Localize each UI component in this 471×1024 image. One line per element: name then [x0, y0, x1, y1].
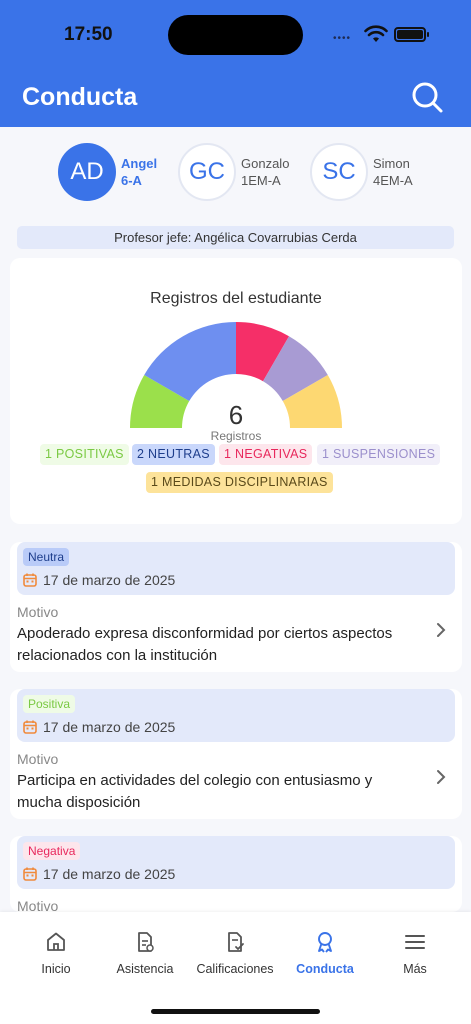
motivo-label: Motivo [17, 604, 59, 620]
motivo-label: Motivo [17, 751, 59, 767]
student-selector: AD Angel 6-A GC Gonzalo 1EM-A SC Simon 4… [0, 140, 471, 205]
dynamic-island [168, 15, 303, 55]
motivo-text: Apoderado expresa disconformidad por cie… [17, 625, 393, 664]
chevron-right-icon [437, 770, 446, 784]
wifi-icon [364, 25, 388, 42]
records-count: 6 [228, 400, 244, 430]
app-header: 17:50 •••• Conducta [0, 0, 471, 127]
student-simon[interactable]: SC Simon 4EM-A [310, 142, 413, 202]
record-card[interactable]: Negativa 17 de marzo de 2025 Motivo [10, 836, 462, 912]
summary-card: Registros del estudiante 6 Registros 1 P… [10, 258, 462, 524]
calendar-icon [23, 573, 37, 587]
tab-inicio[interactable]: Inicio [11, 930, 101, 976]
student-angel[interactable]: AD Angel 6-A [58, 142, 157, 202]
record-type-badge: Neutra [23, 548, 70, 566]
chip-positivas: 1 POSITIVAS [40, 444, 129, 465]
signal-icon: •••• [333, 33, 352, 44]
tab-asistencia[interactable]: Asistencia [100, 930, 190, 976]
record-card[interactable]: Neutra 17 de marzo de 2025 Motivo Apoder… [10, 542, 462, 672]
student-gonzalo[interactable]: GC Gonzalo 1EM-A [178, 142, 289, 202]
record-date: 17 de marzo de 2025 [43, 866, 176, 882]
home-icon [47, 932, 65, 951]
battery-icon [394, 27, 429, 42]
record-card[interactable]: Positiva 17 de marzo de 2025 Motivo Part… [10, 689, 462, 819]
avatar: GC [178, 143, 236, 201]
avatar: AD [58, 143, 116, 201]
calendar-icon [23, 720, 37, 734]
motivo-text: Participa en actividades del colegio con… [17, 772, 373, 811]
tab-mas[interactable]: Más [370, 930, 460, 976]
student-name: Simon [373, 156, 410, 171]
calendar-icon [23, 867, 37, 881]
status-bar: 17:50 •••• [0, 0, 471, 70]
avatar: SC [310, 143, 368, 201]
record-type-badge: Negativa [23, 842, 81, 860]
record-date: 17 de marzo de 2025 [43, 719, 176, 735]
teacher-banner: Profesor jefe: Angélica Covarrubias Cerd… [17, 226, 454, 249]
chevron-right-icon [437, 623, 446, 637]
search-icon [412, 82, 443, 113]
menu-icon [405, 935, 425, 949]
bottom-tab-bar: Inicio Asistencia Calificaciones Conduct… [0, 912, 471, 1024]
records-count-label: Registros [210, 429, 262, 443]
chip-neutras: 2 NEUTRAS [132, 444, 215, 465]
award-icon [318, 932, 332, 953]
grades-icon [228, 932, 244, 952]
motivo-label: Motivo [17, 898, 59, 912]
student-course: 4EM-A [373, 173, 413, 188]
record-type-badge: Positiva [23, 695, 76, 713]
student-course: 6-A [121, 173, 142, 188]
search-button[interactable] [410, 80, 444, 114]
student-name: Angel [121, 156, 158, 171]
tab-calificaciones[interactable]: Calificaciones [190, 930, 280, 976]
tab-conducta[interactable]: Conducta [280, 930, 370, 976]
attendance-icon [138, 932, 154, 952]
student-course: 1EM-A [241, 173, 281, 188]
chip-medidas-disciplinarias: 1 MEDIDAS DISCIPLINARIAS [146, 472, 333, 493]
summary-title: Registros del estudiante [150, 290, 322, 307]
home-indicator [151, 1009, 320, 1014]
page-title: Conducta [22, 83, 138, 111]
chip-suspensiones: 1 SUSPENSIONES [317, 444, 441, 465]
status-time: 17:50 [64, 24, 113, 45]
student-name: Gonzalo [241, 156, 290, 171]
record-date: 17 de marzo de 2025 [43, 572, 176, 588]
chip-negativas: 1 NEGATIVAS [219, 444, 313, 465]
